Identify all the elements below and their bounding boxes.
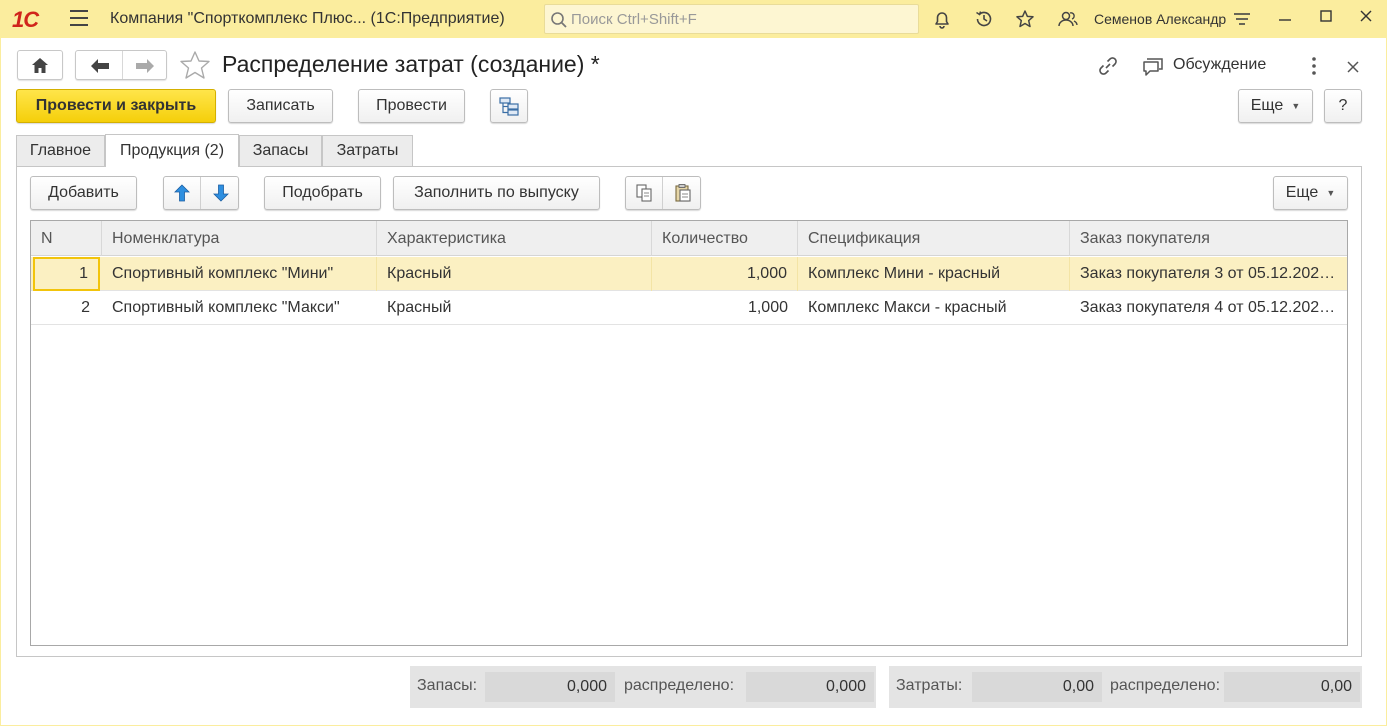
home-button[interactable] — [17, 50, 63, 80]
help-button[interactable]: ? — [1324, 89, 1362, 123]
products-table: N Номенклатура Характеристика Количество… — [30, 220, 1348, 646]
pick-button[interactable]: Подобрать — [264, 176, 381, 210]
document-form: Распределение затрат (создание) * Обсужд… — [1, 38, 1386, 725]
column-header-characteristic[interactable]: Характеристика — [377, 221, 652, 256]
post-button[interactable]: Провести — [358, 89, 465, 123]
stock-totals: Запасы: 0,000 распределено: 0,000 — [410, 666, 876, 708]
bell-icon[interactable] — [932, 9, 952, 29]
forward-arrow-icon[interactable] — [135, 58, 155, 74]
costs-totals: Затраты: 0,00 распределено: 0,00 — [889, 666, 1362, 708]
column-header-quantity[interactable]: Количество — [652, 221, 798, 256]
tab-products[interactable]: Продукция (2) — [105, 134, 239, 167]
search-input[interactable]: Поиск Ctrl+Shift+F — [544, 4, 919, 34]
main-menu-icon[interactable] — [70, 10, 88, 26]
paste-rows-button[interactable] — [664, 177, 701, 209]
move-up-button[interactable] — [164, 177, 201, 209]
arrow-up-icon — [174, 184, 190, 202]
close-window-icon[interactable] — [1356, 9, 1376, 29]
minimize-icon[interactable] — [1275, 9, 1295, 29]
close-form-icon[interactable] — [1345, 55, 1361, 82]
current-user[interactable]: Семенов Александр — [1094, 11, 1226, 27]
move-buttons — [163, 176, 239, 210]
back-arrow-icon[interactable] — [90, 58, 110, 74]
history-navigation — [75, 50, 167, 80]
row-number[interactable]: 2 — [33, 291, 100, 325]
costs-value: 0,00 — [972, 672, 1102, 702]
row-quantity[interactable]: 1,000 — [652, 291, 798, 325]
document-structure-icon — [499, 97, 519, 116]
title-bar: 1С Компания "Спорткомплекс Плюс... (1С:П… — [0, 0, 1387, 38]
row-number[interactable]: 1 — [33, 257, 100, 291]
home-icon — [32, 58, 48, 73]
save-button[interactable]: Записать — [228, 89, 333, 123]
row-item[interactable]: Спортивный комплекс "Макси" — [102, 291, 377, 325]
page-title: Распределение затрат (создание) * — [222, 51, 600, 77]
users-icon[interactable] — [1057, 9, 1078, 29]
more-button[interactable]: Еще ▼ — [1238, 89, 1313, 123]
table-header: N Номенклатура Характеристика Количество… — [31, 221, 1347, 256]
discussion-button[interactable]: Обсуждение — [1173, 56, 1266, 74]
link-icon[interactable] — [1097, 55, 1119, 82]
stock-distributed-value: 0,000 — [746, 672, 874, 702]
chevron-down-icon: ▼ — [1291, 101, 1301, 111]
column-header-n[interactable]: N — [31, 221, 102, 256]
costs-distributed-value: 0,00 — [1224, 672, 1360, 702]
row-characteristic[interactable]: Красный — [377, 291, 652, 325]
column-header-customer-order[interactable]: Заказ покупателя — [1070, 221, 1347, 256]
table-more-label: Еще — [1285, 184, 1319, 201]
add-row-button[interactable]: Добавить — [30, 176, 137, 210]
row-item[interactable]: Спортивный комплекс "Мини" — [102, 257, 377, 291]
tab-costs[interactable]: Затраты — [322, 135, 413, 166]
column-header-item[interactable]: Номенклатура — [102, 221, 377, 256]
stock-distributed-label: распределено: — [624, 677, 735, 694]
app-logo: 1С — [12, 7, 39, 32]
costs-label: Затраты: — [896, 677, 963, 694]
column-header-specification[interactable]: Спецификация — [798, 221, 1070, 256]
table-more-button[interactable]: Еще ▼ — [1273, 176, 1348, 210]
copy-icon — [636, 184, 652, 202]
window-title: Компания "Спорткомплекс Плюс... (1С:Пред… — [110, 10, 505, 27]
paste-icon — [674, 184, 691, 202]
table-row[interactable]: 1 Спортивный комплекс "Мини" Красный 1,0… — [31, 257, 1347, 291]
move-down-button[interactable] — [202, 177, 239, 209]
row-customer-order[interactable]: Заказ покупателя 4 от 05.12.2020 0:00:00 — [1070, 291, 1347, 325]
maximize-icon[interactable] — [1316, 9, 1336, 29]
copy-rows-button[interactable] — [626, 177, 663, 209]
search-icon — [551, 12, 567, 28]
row-specification[interactable]: Комплекс Мини - красный — [798, 257, 1070, 291]
stock-label: Запасы: — [417, 677, 478, 694]
discussion-icon[interactable] — [1141, 55, 1165, 82]
row-specification[interactable]: Комплекс Макси - красный — [798, 291, 1070, 325]
post-and-close-button[interactable]: Провести и закрыть — [16, 89, 216, 123]
search-placeholder: Поиск Ctrl+Shift+F — [571, 11, 697, 28]
costs-distributed-label: распределено: — [1110, 677, 1221, 694]
structure-button[interactable] — [490, 89, 528, 123]
stock-value: 0,000 — [485, 672, 615, 702]
history-icon[interactable] — [974, 9, 994, 29]
row-characteristic[interactable]: Красный — [377, 257, 652, 291]
row-quantity[interactable]: 1,000 — [652, 257, 798, 291]
tab-main[interactable]: Главное — [16, 135, 105, 166]
table-row[interactable]: 2 Спортивный комплекс "Макси" Красный 1,… — [31, 291, 1347, 325]
chevron-down-icon: ▼ — [1326, 188, 1336, 198]
add-to-favorites-icon[interactable] — [179, 50, 211, 85]
more-actions-icon[interactable] — [1307, 55, 1321, 82]
settings-menu-icon[interactable] — [1232, 9, 1252, 29]
clipboard-buttons — [625, 176, 701, 210]
fill-by-output-button[interactable]: Заполнить по выпуску — [393, 176, 600, 210]
tab-stocks[interactable]: Запасы — [239, 135, 322, 166]
arrow-down-icon — [212, 184, 229, 202]
favorites-star-icon[interactable] — [1015, 9, 1035, 29]
row-customer-order[interactable]: Заказ покупателя 3 от 05.12.2020 0:00:00 — [1070, 257, 1347, 291]
more-label: Еще — [1250, 97, 1284, 114]
